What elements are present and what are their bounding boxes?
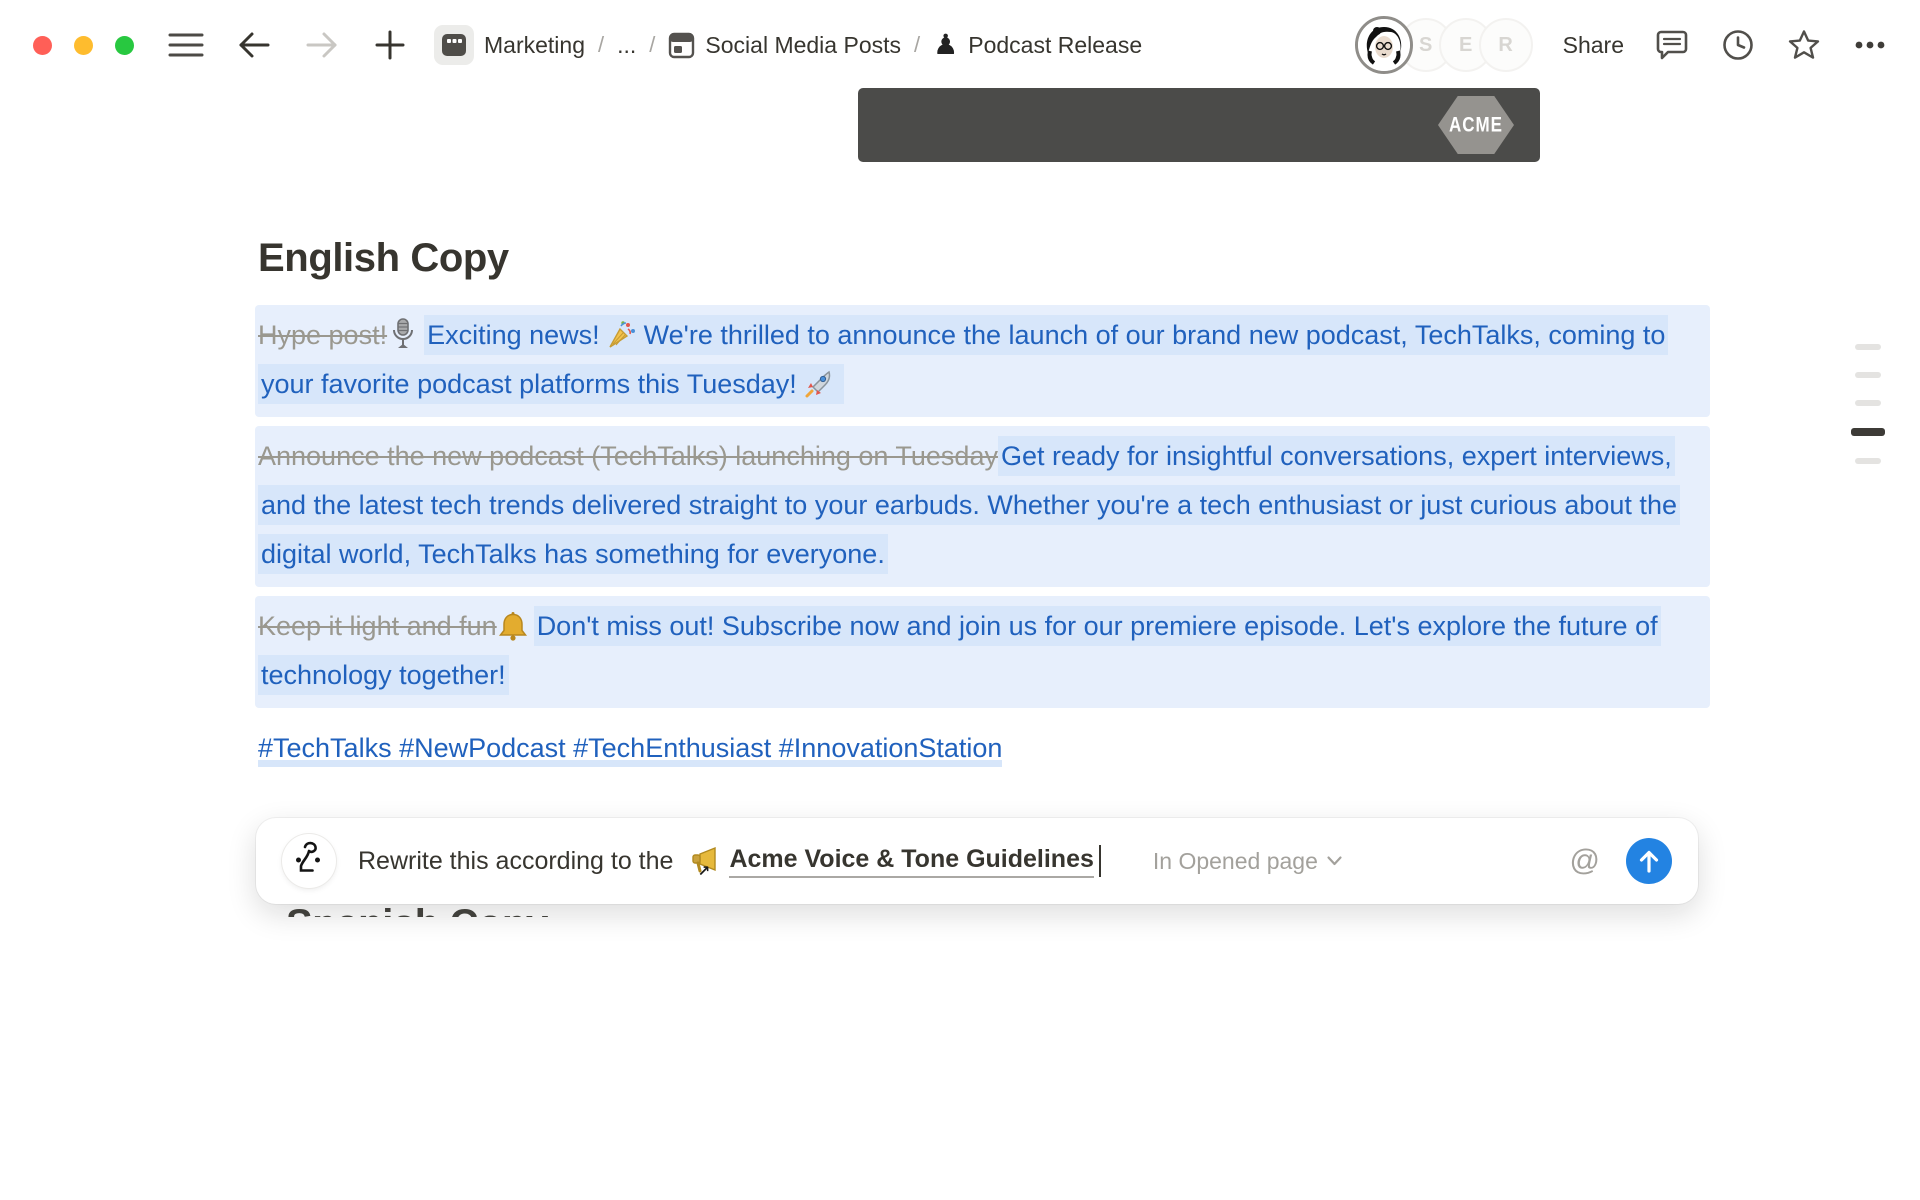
party-popper-emoji [607,320,637,350]
hamburger-icon [169,32,203,58]
close-window-button[interactable] [33,36,52,55]
ai-prompt-input[interactable]: Rewrite this according to the ↗ Acme Voi… [358,845,1101,878]
ai-prompt-bar[interactable]: Rewrite this according to the ↗ Acme Voi… [256,818,1698,904]
avatar-initial: R [1498,34,1512,57]
breadcrumb-item-marketing[interactable]: Marketing [434,25,585,65]
share-button[interactable]: Share [1563,32,1624,59]
text-cursor [1099,845,1101,877]
microphone-emoji [389,318,417,350]
forward-arrow-icon [306,31,338,59]
scope-selector[interactable]: In Opened page [1153,848,1342,875]
presence-avatars: S E R [1355,16,1533,74]
page-content: English Copy Hype post!Exciting news!We'… [258,236,1710,773]
avatar-initial: E [1459,34,1472,57]
mention-label: Acme Voice & Tone Guidelines [729,845,1093,878]
hashtags-text[interactable]: #TechTalks #NewPodcast #TechEnthusiast #… [258,733,1002,767]
breadcrumb-separator: / [598,32,604,58]
minimize-window-button[interactable] [74,36,93,55]
forward-button[interactable] [304,27,340,63]
suggested-edit-block-2[interactable]: Announce the new podcast (TechTalks) lau… [255,426,1710,587]
submit-prompt-button[interactable] [1626,838,1672,884]
outline-dash[interactable] [1855,372,1881,378]
breadcrumb-label: Podcast Release [968,32,1142,59]
more-options-button[interactable] [1852,27,1888,63]
window-controls [0,36,134,55]
updates-button[interactable] [1720,27,1756,63]
added-text-part: Exciting news! [427,320,600,350]
acme-logo-text: ACME [1449,113,1503,138]
outline-dash[interactable] [1855,458,1881,464]
mention-at-button[interactable]: @ [1570,844,1600,878]
breadcrumb-label: Social Media Posts [705,32,901,59]
new-tab-button[interactable] [372,27,408,63]
arrow-up-icon [1637,848,1661,874]
removed-text: Keep it light and fun [258,611,497,641]
suggested-edit-block-1[interactable]: Hype post!Exciting news!We're thrilled t… [255,305,1710,417]
clock-icon [1722,29,1754,61]
breadcrumb-item-ellipsis[interactable]: ... [617,32,636,59]
comments-button[interactable] [1654,27,1690,63]
board-page-icon [668,32,695,59]
pawn-page-icon: ♟ [933,31,958,59]
plus-icon [375,30,405,60]
page-outline-indicator[interactable] [1855,344,1895,486]
teamspace-icon [434,25,474,65]
removed-text: Hype post! [258,320,387,350]
breadcrumb-separator: / [649,32,655,58]
outline-dash[interactable] [1855,400,1881,406]
breadcrumb-label: ... [617,32,636,59]
section-heading[interactable]: English Copy [258,236,1710,281]
user-avatar[interactable] [1355,16,1413,74]
bell-emoji [499,611,527,641]
ellipsis-icon [1854,40,1886,50]
breadcrumb-item-podcast-release[interactable]: ♟ Podcast Release [933,31,1142,59]
acme-logo-badge: ACME [1438,96,1514,154]
added-text: Exciting news!We're thrilled to announce… [258,315,1668,404]
favorite-button[interactable] [1786,27,1822,63]
removed-text: Announce the new podcast (TechTalks) lau… [258,441,998,471]
outline-dash[interactable] [1855,344,1881,350]
breadcrumb: Marketing / ... / Social Media Posts / ♟… [434,25,1142,65]
page-cover-image: ACME [858,88,1540,162]
outline-dash-active[interactable] [1851,428,1885,436]
chevron-down-icon [1327,856,1342,866]
sidebar-toggle-button[interactable] [168,27,204,63]
prompt-text: Rewrite this according to the [358,847,673,876]
notion-ai-face-icon [282,834,336,888]
breadcrumb-separator: / [914,32,920,58]
page-mention-link[interactable]: ↗ Acme Voice & Tone Guidelines [681,845,1093,878]
link-arrow-overlay-icon: ↗ [697,862,710,880]
back-button[interactable] [236,27,272,63]
back-arrow-icon [238,31,270,59]
breadcrumb-item-social-media-posts[interactable]: Social Media Posts [668,32,901,59]
scope-label: In Opened page [1153,848,1318,875]
window-titlebar: Marketing / ... / Social Media Posts / ♟… [0,0,1920,90]
zoom-window-button[interactable] [115,36,134,55]
breadcrumb-label: Marketing [484,32,585,59]
next-heading-clipped: Spanish Copy [286,903,786,917]
avatar-initial: S [1419,34,1432,57]
star-icon [1787,29,1821,61]
suggested-edit-block-3[interactable]: Keep it light and funDon't miss out! Sub… [255,596,1710,708]
collaborator-avatar-r[interactable]: R [1479,18,1533,72]
comment-icon [1656,30,1688,60]
rocket-emoji [804,369,834,399]
